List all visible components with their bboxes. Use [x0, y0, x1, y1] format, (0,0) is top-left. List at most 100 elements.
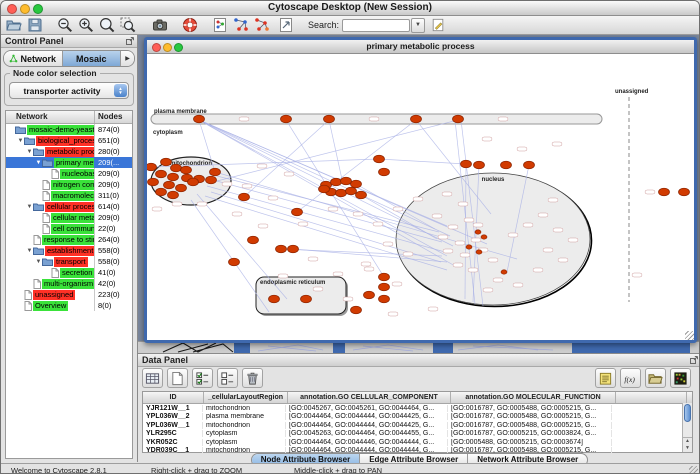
float-panel-icon[interactable]: [126, 37, 134, 45]
expand-arrow-icon[interactable]: ▼: [26, 149, 33, 155]
zoom-fit-button[interactable]: [99, 17, 115, 33]
network-tree-row[interactable]: ▼biological_process651(0): [6, 135, 132, 146]
attribute-row[interactable]: YJR121W__1mitochondrion[GO:0045267, GO:0…: [143, 404, 692, 413]
network-node[interactable]: [210, 168, 221, 176]
network-node[interactable]: [501, 161, 512, 169]
network-node[interactable]: [147, 163, 157, 171]
network-node[interactable]: [379, 168, 390, 176]
open-file-button[interactable]: [6, 17, 22, 33]
zoom-in-button[interactable]: [78, 17, 94, 33]
network-node[interactable]: [374, 155, 385, 163]
network-node[interactable]: [156, 170, 167, 178]
network-node[interactable]: [659, 188, 670, 196]
network-tree-row[interactable]: response to stimul264(0): [6, 234, 132, 245]
network-tree-row[interactable]: cellular metabo209(0): [6, 212, 132, 223]
network-node[interactable]: [331, 178, 342, 186]
network-node[interactable]: [188, 178, 199, 186]
network-node[interactable]: [379, 273, 390, 281]
network-node[interactable]: [288, 245, 299, 253]
network-tree-row[interactable]: ▼primary metabo209(...: [6, 157, 132, 168]
attribute-row[interactable]: YPL036W__1mitochondrion[GO:0044464, GO:0…: [143, 421, 692, 430]
attribute-row[interactable]: YKR052Ccytoplasm[GO:0044464, GO:0044446,…: [143, 438, 692, 447]
network-node[interactable]: [336, 189, 347, 197]
select-attributes-button[interactable]: [192, 368, 213, 388]
network-tree-row[interactable]: ▼transport558(0): [6, 256, 132, 267]
scrollbar-arrows[interactable]: ▲▼: [683, 437, 692, 452]
network-node[interactable]: [324, 115, 335, 123]
attribute-row[interactable]: YLR295Ccytoplasm[GO:0045263, GO:0044464,…: [143, 430, 692, 439]
network-node[interactable]: [379, 283, 390, 291]
network-node[interactable]: [156, 188, 167, 196]
network-tree-row[interactable]: mosaic-demo-yeast874(0): [6, 124, 132, 135]
network-tree-row[interactable]: unassigned223(0): [6, 289, 132, 300]
network-link-red-button[interactable]: [254, 17, 270, 33]
network-node[interactable]: [168, 191, 179, 199]
network-node[interactable]: [319, 185, 330, 193]
search-dropdown-button[interactable]: ▼: [411, 18, 425, 33]
network-node[interactable]: [461, 160, 472, 168]
network-node[interactable]: [453, 115, 464, 123]
network-node-small[interactable]: [476, 250, 482, 254]
delete-attribute-button[interactable]: [242, 368, 263, 388]
network-node[interactable]: [248, 236, 259, 244]
network-link-blue-button[interactable]: [233, 17, 249, 33]
matrix-view-button[interactable]: [670, 368, 691, 388]
network-tree-row[interactable]: ▼establishment of lo558(0): [6, 245, 132, 256]
network-tree-row[interactable]: nitrogen compo209(0): [6, 179, 132, 190]
network-node[interactable]: [269, 295, 280, 303]
network-tree-row[interactable]: multi-organism pro42(0): [6, 278, 132, 289]
network-node[interactable]: [181, 166, 192, 174]
search-options-icon[interactable]: [431, 18, 445, 32]
network-node[interactable]: [292, 208, 303, 216]
scrollbar-thumb[interactable]: [684, 404, 691, 422]
column-header[interactable]: ID: [143, 392, 204, 403]
network-node[interactable]: [346, 187, 357, 195]
attribute-table-button[interactable]: [142, 368, 163, 388]
network-node-small[interactable]: [481, 235, 487, 239]
network-node[interactable]: [356, 191, 367, 199]
network-node[interactable]: [206, 176, 217, 184]
help-button[interactable]: [182, 17, 198, 33]
network-node[interactable]: [474, 161, 485, 169]
network-node[interactable]: [276, 245, 287, 253]
annotation-page-button[interactable]: [278, 17, 294, 33]
unselect-attributes-button[interactable]: [217, 368, 238, 388]
network-node[interactable]: [679, 188, 690, 196]
network-node-small[interactable]: [501, 270, 507, 274]
network-canvas[interactable]: plasma membranecytoplasmmitochondrionnuc…: [147, 54, 694, 340]
expand-arrow-icon[interactable]: ▼: [17, 138, 24, 144]
network-node[interactable]: [351, 306, 362, 314]
node-color-dropdown[interactable]: transporter activity ▲▼: [9, 82, 129, 99]
zoom-out-button[interactable]: [57, 17, 73, 33]
network-node[interactable]: [168, 173, 179, 181]
zoom-selected-button[interactable]: [120, 17, 136, 33]
network-node[interactable]: [351, 180, 362, 188]
network-tree-row[interactable]: macromolecule311(0): [6, 190, 132, 201]
network-tree-row[interactable]: Overview8(0): [6, 300, 132, 311]
network-tree-row[interactable]: cell communicat22(0): [6, 223, 132, 234]
tab-network[interactable]: Network: [4, 51, 63, 66]
function-builder-button[interactable]: f(x): [620, 368, 641, 388]
network-tree-row[interactable]: ▼cellular process614(0): [6, 201, 132, 212]
table-scrollbar[interactable]: ▲▼: [682, 403, 692, 452]
snapshot-button[interactable]: [152, 17, 168, 33]
window-resize-grip[interactable]: [689, 466, 698, 474]
network-node[interactable]: [281, 115, 292, 123]
column-header[interactable]: _cellularLayoutRegion: [204, 392, 288, 403]
network-node[interactable]: [176, 184, 187, 192]
expand-arrow-icon[interactable]: ▼: [35, 160, 42, 166]
expand-arrow-icon[interactable]: ▼: [26, 248, 33, 254]
network-node[interactable]: [148, 178, 159, 186]
network-tree-row[interactable]: ▼metabolic process280(0): [6, 146, 132, 157]
network-node-small[interactable]: [475, 230, 481, 234]
network-node[interactable]: [341, 177, 352, 185]
network-node[interactable]: [171, 164, 182, 172]
network-node[interactable]: [411, 115, 422, 123]
network-node[interactable]: [364, 291, 375, 299]
network-node[interactable]: [524, 161, 535, 169]
network-node[interactable]: [239, 193, 250, 201]
network-node[interactable]: [161, 158, 172, 166]
network-node[interactable]: [164, 181, 175, 189]
view-resize-grip[interactable]: [685, 331, 694, 340]
network-tree-row[interactable]: secretion41(0): [6, 267, 132, 278]
